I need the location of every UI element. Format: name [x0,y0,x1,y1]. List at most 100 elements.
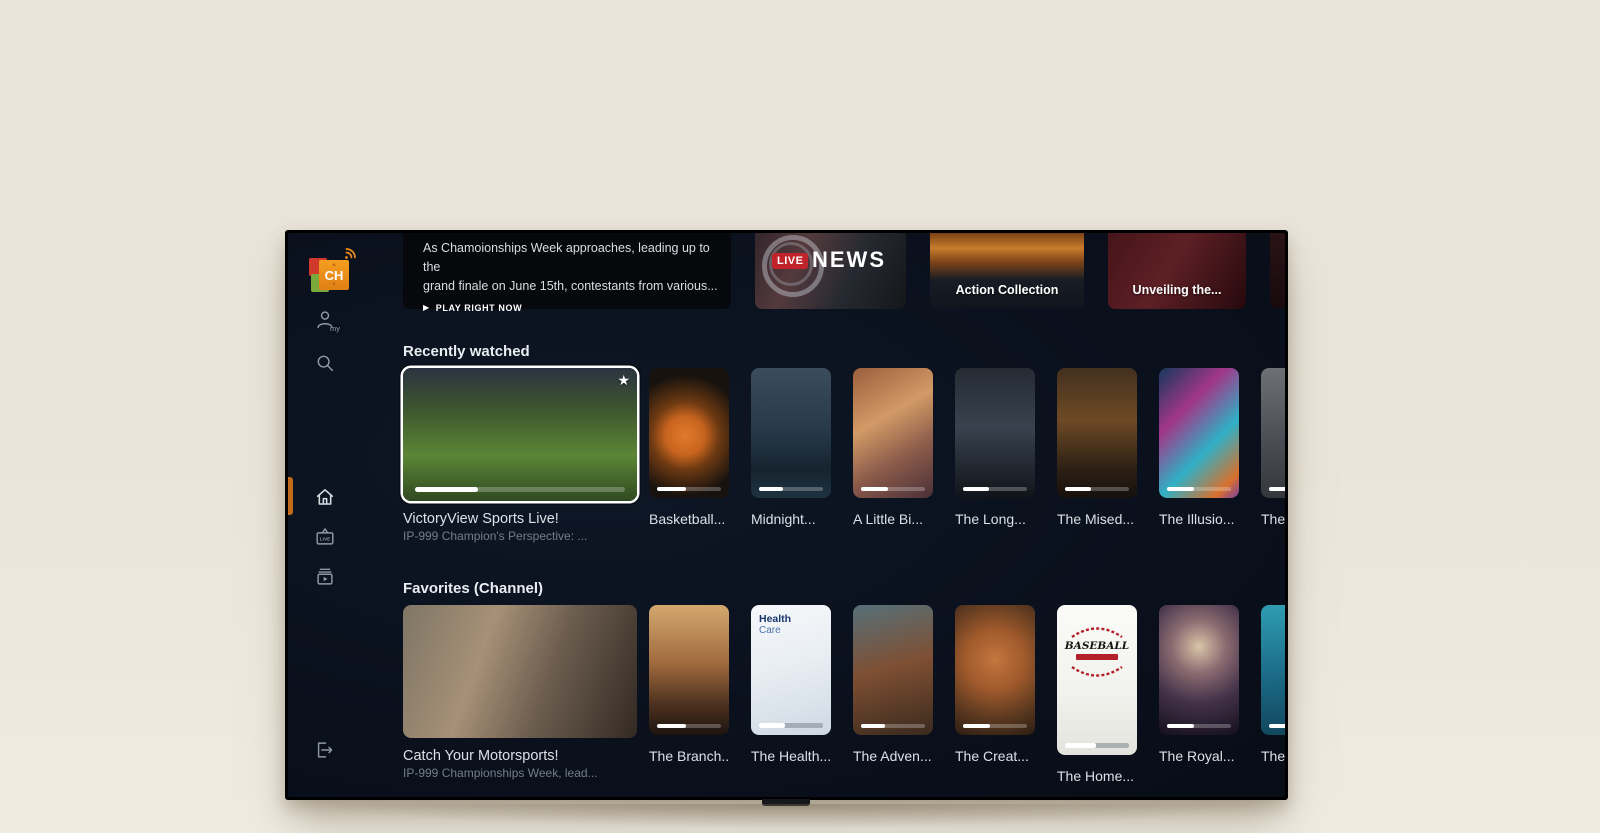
row-heading: Recently watched [403,341,1285,368]
tv-frame: ▲ CH ▼ my [285,230,1288,800]
card-cell: BASEBALL The Home... [1057,605,1137,784]
favorites-channel-section: Favorites (Channel) Catch Your Motorspor… [403,578,1285,784]
content-card[interactable] [751,368,831,498]
card-cell-partial: The [1261,368,1285,543]
card-title: The Home... [1057,768,1137,784]
card-subtitle: IP-999 Champion's Perspective: ... [403,529,637,543]
progress-bar [759,723,823,728]
content-card[interactable] [955,368,1035,498]
card-title: The Long... [955,511,1035,527]
sidebar-item-home[interactable] [314,486,336,508]
card-title: The Creat... [955,748,1035,764]
progress-bar [657,487,721,491]
card-cell: The Creat... [955,605,1035,784]
content-card[interactable] [1261,605,1285,735]
card-cell-partial: The [1261,605,1285,784]
progress-bar [415,487,625,492]
baseball-stitch-icon [1069,666,1125,679]
card-cell: The Mised... [1057,368,1137,543]
featured-card-motorsports[interactable] [403,605,637,738]
content-card[interactable] [1261,368,1285,498]
card-cell: The Branch... [649,605,729,784]
content-card[interactable] [853,368,933,498]
live-tv-icon: LIVE [314,526,336,548]
svg-text:LIVE: LIVE [320,536,331,542]
card-title: The Health... [751,748,831,764]
card-title: VictoryView Sports Live! [403,511,637,527]
card-cell: The Adven... [853,605,933,784]
content-card-baseball-poster[interactable]: BASEBALL [1057,605,1137,755]
card-cell: Health Care The Health... [751,605,831,784]
content-card[interactable] [1057,368,1137,498]
search-icon [314,352,336,374]
progress-bar [963,487,1027,491]
card-cell: A Little Bi... [853,368,933,543]
content-card[interactable] [1159,605,1239,735]
featured-card-victoryview[interactable]: ★ [403,368,637,501]
card-cell: The Illusio... [1159,368,1239,543]
hero-card-unveiling[interactable]: Unveiling the... [1108,233,1246,309]
card-title: The Illusio... [1159,511,1239,527]
card-title: Catch Your Motorsports! [403,748,637,764]
progress-bar [861,724,925,728]
card-cell: Basketball... [649,368,729,543]
card-title: Basketball... [649,511,729,527]
main-content: As Chamoionships Week approaches, leadin… [403,233,1285,797]
favorite-star-icon: ★ [617,372,630,389]
card-title: The Adven... [853,748,933,764]
progress-bar [1167,724,1231,728]
content-card[interactable] [955,605,1035,735]
progress-bar [1269,487,1285,491]
content-card[interactable] [853,605,933,735]
card-title: A Little Bi... [853,511,933,527]
hero-card-label: Unveiling the... [1108,283,1246,297]
card-title: Midnight... [751,511,831,527]
card-title: The Royal... [1159,748,1239,764]
card-title: The Mised... [1057,511,1137,527]
card-title: The [1261,511,1285,527]
content-card[interactable] [649,605,729,735]
thumbnail-strip: Basketball... Midnight... [649,368,1285,543]
sidebar-item-channels[interactable] [314,566,336,588]
content-card[interactable] [649,368,729,498]
channel-list-icon [314,566,336,588]
progress-bar [657,724,721,728]
home-icon [314,486,336,508]
card-cell: The Long... [955,368,1035,543]
card-cell: The Royal... [1159,605,1239,784]
sidebar: ▲ CH ▼ my [288,233,358,797]
hero-row: As Chamoionships Week approaches, leadin… [403,233,1285,309]
play-right-now-button[interactable]: ▶ PLAY RIGHT NOW [423,303,725,313]
baseball-stitch-icon [1069,625,1125,638]
tv-shadow [320,804,1260,828]
live-badge: LIVE [772,253,808,269]
card-title: The [1261,748,1285,764]
content-card-health-poster[interactable]: Health Care [751,605,831,735]
hero-card-partial[interactable] [1270,233,1285,309]
row-heading: Favorites (Channel) [403,578,1285,605]
logo-orange-square: ▲ CH ▼ [319,260,349,290]
progress-bar [1167,487,1231,491]
exit-icon [314,739,336,761]
content-card[interactable] [1159,368,1239,498]
hero-card-live-news[interactable]: LIVE NEWS [755,233,906,309]
card-title: The Branch... [649,748,729,764]
progress-bar [963,724,1027,728]
recently-watched-section: Recently watched ★ VictoryView Sports Li… [403,341,1285,543]
sidebar-item-live-tv[interactable]: LIVE [314,526,336,548]
app-logo[interactable]: ▲ CH ▼ [307,250,353,296]
progress-bar [759,487,823,491]
active-item-indicator [288,477,293,515]
news-title: NEWS [812,247,886,273]
my-label: my [330,324,340,333]
thumbnail-strip: The Branch... Health Care The Health... [649,605,1285,784]
featured-cell: Catch Your Motorsports! IP-999 Champions… [403,605,637,784]
search-button[interactable] [314,352,336,374]
hero-card-action-collection[interactable]: Action Collection [930,233,1084,309]
hero-banner[interactable]: As Chamoionships Week approaches, leadin… [403,233,731,309]
exit-button[interactable] [314,739,336,761]
progress-bar [861,487,925,491]
my-profile-button[interactable]: my [314,309,336,331]
progress-bar [1065,743,1129,748]
tv-screen: ▲ CH ▼ my [288,233,1285,797]
